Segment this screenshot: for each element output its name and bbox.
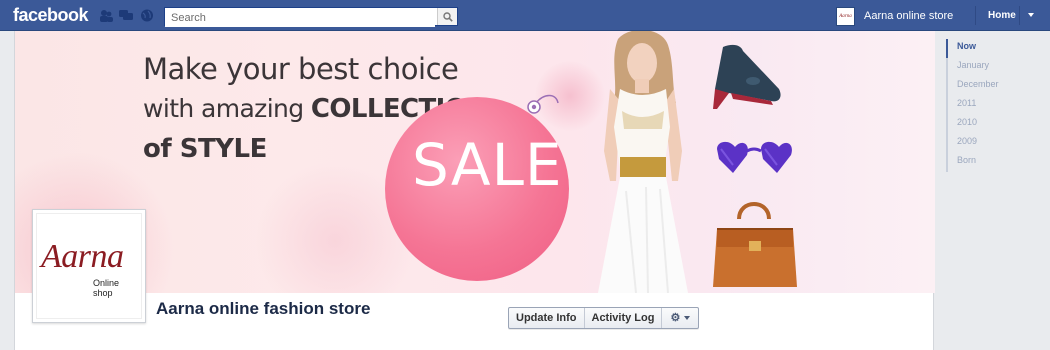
update-info-button[interactable]: Update Info bbox=[509, 308, 585, 328]
model-image bbox=[598, 31, 688, 293]
page-avatar: Aarna bbox=[836, 6, 855, 26]
headline-line: Make your best choice bbox=[143, 52, 459, 86]
sale-tag-icon bbox=[527, 94, 559, 114]
profile-picture-frame: Aarna Online shop bbox=[36, 213, 142, 319]
divider bbox=[975, 6, 976, 25]
timeline-item[interactable]: 2009 bbox=[946, 134, 1050, 153]
search-box[interactable] bbox=[164, 7, 458, 27]
sale-text: SALE bbox=[412, 131, 563, 199]
search-button[interactable] bbox=[437, 8, 457, 25]
headline-line-part: with amazing bbox=[143, 94, 304, 123]
page-title[interactable]: Aarna online fashion store bbox=[156, 299, 370, 319]
sunglasses-image bbox=[717, 141, 792, 173]
profile-picture[interactable]: Aarna Online shop bbox=[32, 209, 146, 323]
shoe-image bbox=[713, 44, 781, 109]
settings-dropdown-button[interactable]: ⚙ bbox=[662, 308, 698, 328]
search-icon bbox=[442, 11, 453, 22]
search-input[interactable] bbox=[165, 9, 435, 27]
account-menu-chevron-icon[interactable] bbox=[1028, 13, 1034, 17]
page-profile-link[interactable]: Aarna Aarna online store bbox=[836, 6, 953, 26]
brand-logo-subtitle: Online shop bbox=[93, 278, 120, 298]
timeline-item[interactable]: January bbox=[946, 58, 1050, 77]
activity-log-button[interactable]: Activity Log bbox=[585, 308, 663, 328]
timeline-item[interactable]: 2010 bbox=[946, 115, 1050, 134]
timeline-item[interactable]: December bbox=[946, 77, 1050, 96]
friend-requests-icon[interactable] bbox=[99, 9, 113, 22]
page-name: Aarna online store bbox=[864, 10, 954, 22]
timeline-main: Make your best choice with amazing COLLE… bbox=[14, 31, 935, 350]
cover-photo[interactable]: Make your best choice with amazing COLLE… bbox=[15, 31, 935, 293]
handbag-image bbox=[713, 202, 797, 287]
timeline-item[interactable]: Born bbox=[946, 153, 1050, 172]
timeline-item[interactable]: 2011 bbox=[946, 96, 1050, 115]
notifications-globe-icon[interactable] bbox=[140, 9, 154, 22]
facebook-logo[interactable]: facebook bbox=[13, 5, 89, 26]
profile-actions: Update Info Activity Log ⚙ bbox=[508, 307, 700, 329]
messages-icon[interactable] bbox=[119, 9, 133, 22]
divider bbox=[1019, 6, 1020, 25]
home-link[interactable]: Home bbox=[988, 10, 1016, 21]
top-bar: facebook Aarna Aarna online store Home bbox=[0, 0, 1050, 31]
brand-logo-text: Aarna bbox=[41, 238, 124, 275]
chevron-down-icon bbox=[684, 316, 691, 320]
timeline-scrubber: Now January December 2011 2010 2009 Born bbox=[946, 39, 1050, 172]
timeline-item[interactable]: Now bbox=[946, 39, 1050, 58]
gear-icon: ⚙ bbox=[670, 312, 681, 324]
